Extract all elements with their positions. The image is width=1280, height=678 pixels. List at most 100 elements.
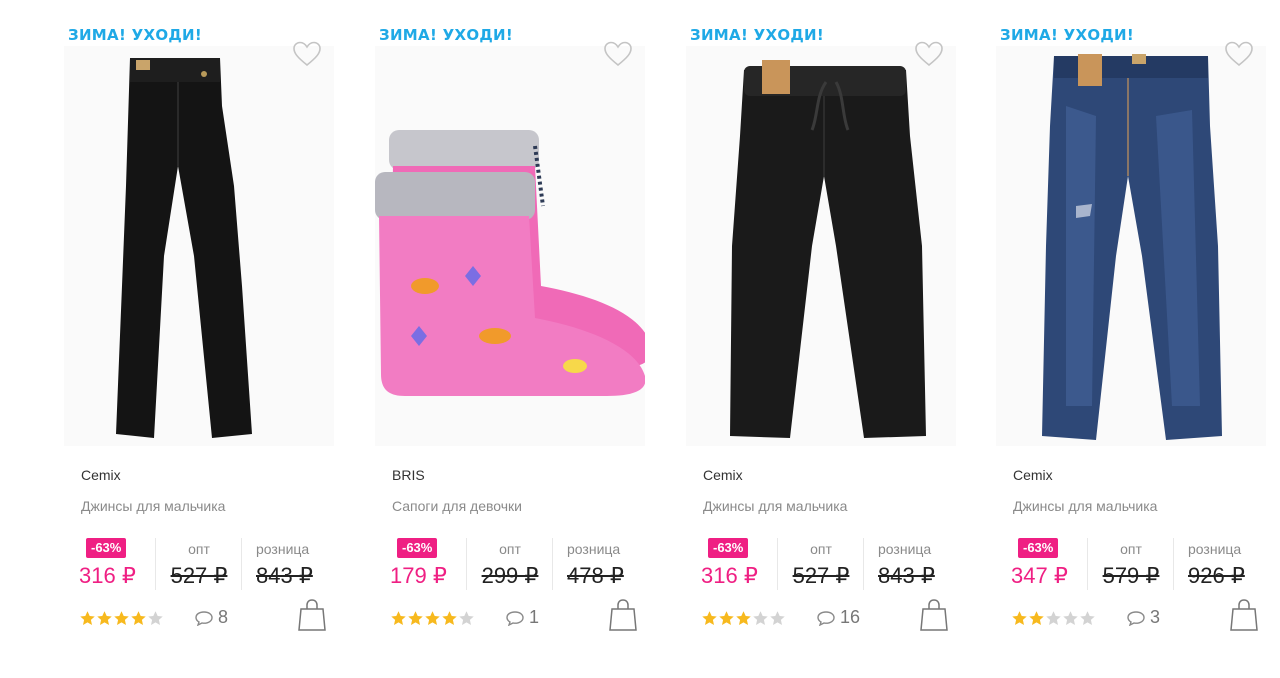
product-grid: ЗИМА! УХОДИ! Cemix Джинсы для мальчика -… xyxy=(0,0,1280,678)
price-block: -63% 347 ₽ опт 579 ₽ розница 926 ₽ xyxy=(1011,538,1274,594)
product-image[interactable] xyxy=(686,46,956,446)
star-icon xyxy=(114,611,129,625)
comments-link[interactable]: 8 xyxy=(194,607,228,628)
star-icon xyxy=(1012,611,1027,625)
star-icon xyxy=(753,611,768,625)
retail-label: розница xyxy=(878,541,932,557)
price-block: -63% 316 ₽ опт 527 ₽ розница 843 ₽ xyxy=(701,538,964,594)
star-rating xyxy=(390,610,475,628)
discount-badge: -63% xyxy=(86,538,127,558)
add-to-cart-bag-icon[interactable] xyxy=(609,598,637,632)
retail-price-column: розница 843 ₽ xyxy=(241,538,342,590)
retail-label: розница xyxy=(256,541,310,557)
discount-badge: -63% xyxy=(397,538,438,558)
retail-price: 926 ₽ xyxy=(1188,563,1245,588)
product-brand: BRIS xyxy=(392,467,425,483)
star-icon xyxy=(719,611,734,625)
favorite-heart-icon[interactable] xyxy=(292,40,322,68)
product-brand: Cemix xyxy=(703,467,743,483)
star-icon xyxy=(148,611,163,625)
comments-count: 8 xyxy=(218,607,229,627)
promo-label: ЗИМА! УХОДИ! xyxy=(379,26,514,44)
promo-label: ЗИМА! УХОДИ! xyxy=(1000,26,1135,44)
star-icon xyxy=(1046,611,1061,625)
product-brand: Cemix xyxy=(1013,467,1053,483)
retail-label: розница xyxy=(567,541,621,557)
comments-link[interactable]: 3 xyxy=(1126,607,1160,628)
product-title[interactable]: Джинсы для мальчика xyxy=(1013,498,1157,514)
sale-price: 316 ₽ xyxy=(79,563,136,588)
wholesale-label: опт xyxy=(810,541,832,557)
wholesale-label: опт xyxy=(499,541,521,557)
star-icon xyxy=(736,611,751,625)
star-icon xyxy=(442,611,457,625)
star-icon xyxy=(97,611,112,625)
star-icon xyxy=(408,611,423,625)
sale-price-column: -63% 316 ₽ xyxy=(79,538,151,590)
promo-label: ЗИМА! УХОДИ! xyxy=(690,26,825,44)
comments-link[interactable]: 16 xyxy=(816,607,860,628)
sale-price-column: -63% 316 ₽ xyxy=(701,538,773,590)
star-icon xyxy=(391,611,406,625)
sale-price: 179 ₽ xyxy=(390,563,447,588)
price-block: -63% 316 ₽ опт 527 ₽ розница 843 ₽ xyxy=(79,538,342,594)
comments-link[interactable]: 1 xyxy=(505,607,539,628)
retail-price-column: розница 478 ₽ xyxy=(552,538,653,590)
wholesale-label: опт xyxy=(188,541,210,557)
price-block: -63% 179 ₽ опт 299 ₽ розница 478 ₽ xyxy=(390,538,653,594)
wholesale-price: 299 ₽ xyxy=(481,563,539,588)
comments-count: 16 xyxy=(840,607,861,627)
star-icon xyxy=(80,611,95,625)
star-icon xyxy=(131,611,146,625)
black-jogger-jeans-image xyxy=(730,60,926,438)
retail-label: розница xyxy=(1188,541,1242,557)
blue-denim-jeans-image xyxy=(1042,54,1222,440)
discount-badge: -63% xyxy=(1018,538,1059,558)
star-icon xyxy=(770,611,785,625)
add-to-cart-bag-icon[interactable] xyxy=(920,598,948,632)
pink-rain-boots-image xyxy=(375,130,645,396)
wholesale-price-column: опт 527 ₽ xyxy=(155,538,242,590)
retail-price-column: розница 926 ₽ xyxy=(1173,538,1274,590)
star-icon xyxy=(702,611,717,625)
star-icon xyxy=(1063,611,1078,625)
wholesale-price: 527 ₽ xyxy=(792,563,850,588)
star-icon xyxy=(1080,611,1095,625)
wholesale-label: опт xyxy=(1120,541,1142,557)
retail-price-column: розница 843 ₽ xyxy=(863,538,964,590)
product-image[interactable] xyxy=(64,46,334,446)
product-brand: Cemix xyxy=(81,467,121,483)
favorite-heart-icon[interactable] xyxy=(1224,40,1254,68)
product-card[interactable]: ЗИМА! УХОДИ! Cemix Джинсы для мальчика -… xyxy=(64,0,364,678)
comment-bubble-icon xyxy=(506,610,524,626)
sale-price-column: -63% 347 ₽ xyxy=(1011,538,1083,590)
retail-price: 843 ₽ xyxy=(256,563,313,588)
product-card[interactable]: ЗИМА! УХОДИ! BRIS Сапоги для девочки -63… xyxy=(375,0,675,678)
sale-price: 316 ₽ xyxy=(701,563,758,588)
product-title[interactable]: Джинсы для мальчика xyxy=(81,498,225,514)
discount-badge: -63% xyxy=(708,538,749,558)
comment-bubble-icon xyxy=(1127,610,1145,626)
comment-bubble-icon xyxy=(817,610,835,626)
product-image[interactable] xyxy=(996,46,1266,446)
product-card[interactable]: ЗИМА! УХОДИ! Cemix Джинсы для мальчика -… xyxy=(996,0,1280,678)
sale-price: 347 ₽ xyxy=(1011,563,1068,588)
star-rating xyxy=(1011,610,1096,628)
wholesale-price: 579 ₽ xyxy=(1102,563,1160,588)
wholesale-price-column: опт 527 ₽ xyxy=(777,538,864,590)
product-card[interactable]: ЗИМА! УХОДИ! Cemix Джинсы для мальчика -… xyxy=(686,0,986,678)
comment-bubble-icon xyxy=(195,610,213,626)
favorite-heart-icon[interactable] xyxy=(914,40,944,68)
star-icon xyxy=(459,611,474,625)
wholesale-price-column: опт 299 ₽ xyxy=(466,538,553,590)
add-to-cart-bag-icon[interactable] xyxy=(1230,598,1258,632)
product-image[interactable] xyxy=(375,46,645,446)
star-rating xyxy=(701,610,786,628)
star-icon xyxy=(425,611,440,625)
favorite-heart-icon[interactable] xyxy=(603,40,633,68)
product-title[interactable]: Сапоги для девочки xyxy=(392,498,522,514)
product-title[interactable]: Джинсы для мальчика xyxy=(703,498,847,514)
add-to-cart-bag-icon[interactable] xyxy=(298,598,326,632)
sale-price-column: -63% 179 ₽ xyxy=(390,538,462,590)
wholesale-price-column: опт 579 ₽ xyxy=(1087,538,1174,590)
